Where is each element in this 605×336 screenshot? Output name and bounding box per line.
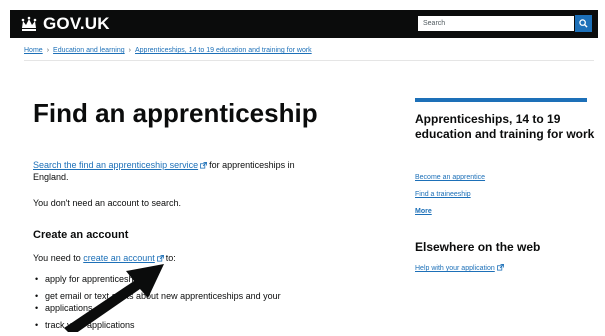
sidebar-accent-bar — [415, 98, 587, 102]
page-title: Find an apprenticeship — [33, 98, 318, 128]
sidebar-heading: Apprenticeships, 14 to 19 education and … — [415, 112, 595, 141]
intro-paragraph: Search the find an apprenticeship servic… — [33, 159, 295, 183]
no-account-text: You don't need an account to search. — [33, 198, 181, 208]
crown-icon — [21, 16, 37, 31]
help-application-text: Help with your application — [415, 265, 495, 272]
breadcrumb-divider — [24, 60, 594, 61]
help-application-link[interactable]: Help with your application — [415, 264, 506, 272]
sidebar-more-link[interactable]: More — [415, 208, 432, 215]
elsewhere-heading: Elsewhere on the web — [415, 240, 541, 254]
pointer-arrow-icon — [64, 264, 164, 332]
search-input[interactable]: Search — [417, 15, 575, 32]
chevron-right-icon: › — [128, 47, 131, 54]
find-apprenticeship-service-link[interactable]: Search the find an apprenticeship servic… — [33, 160, 198, 170]
breadcrumb-apprenticeships[interactable]: Apprenticeships, 14 to 19 education and … — [135, 47, 312, 54]
breadcrumb-education[interactable]: Education and learning — [53, 47, 125, 54]
logo-text: GOV.UK — [43, 14, 110, 33]
sidebar-item-find-traineeship[interactable]: Find a traineeship — [415, 191, 471, 198]
breadcrumb: Home › Education and learning › Apprenticesh… — [24, 47, 312, 54]
external-link-icon — [156, 255, 164, 262]
chevron-right-icon: › — [46, 47, 50, 54]
page-edge — [0, 0, 10, 332]
external-link-icon — [496, 264, 504, 271]
search-button[interactable] — [575, 15, 592, 32]
govuk-header: GOV.UK Search — [10, 10, 598, 38]
intro-line-2: England. — [33, 172, 69, 182]
external-link-icon — [200, 162, 208, 169]
intro-rest: for apprenticeships in — [209, 160, 295, 170]
breadcrumb-home[interactable]: Home — [24, 47, 43, 54]
search-icon — [579, 19, 588, 28]
govuk-logo-link[interactable]: GOV.UK — [20, 14, 110, 34]
sidebar-item-become-apprentice[interactable]: Become an apprentice — [415, 174, 485, 181]
create-account-heading: Create an account — [33, 229, 129, 241]
